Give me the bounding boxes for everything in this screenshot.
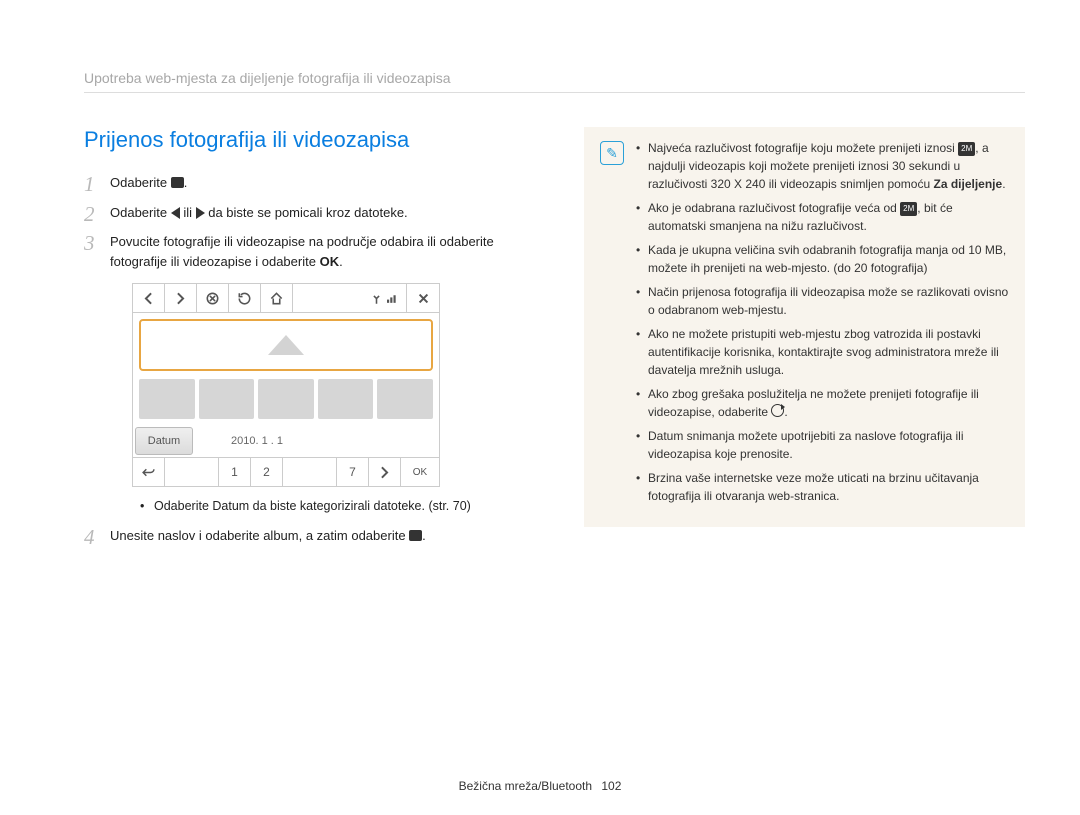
step-list: Odaberite . Odaberite ili da biste se po… (84, 173, 544, 545)
document-page: Upotreba web-mjesta za dijeljenje fotogr… (0, 0, 1080, 815)
page-2-button[interactable]: 2 (251, 458, 283, 486)
thumbnail[interactable] (139, 379, 195, 419)
thumbnail-strip (133, 377, 439, 425)
thumbnail[interactable] (199, 379, 255, 419)
return-icon[interactable] (133, 458, 165, 486)
camera-ui: Datum 2010. 1 . 1 1 2 7 OK (132, 283, 440, 487)
upload-icon (409, 530, 422, 541)
arrow-right-icon (196, 207, 205, 219)
resolution-2m-icon: 2M (900, 202, 917, 216)
arrow-left-icon (171, 207, 180, 219)
right-column: ✎ Najveća razlučivost fotografije koju m… (584, 127, 1025, 555)
resolution-2m-icon: 2M (958, 142, 975, 156)
nav-back-icon[interactable] (133, 284, 165, 312)
notice-list: Najveća razlučivost fotografije koju mož… (636, 139, 1009, 511)
thumbnail[interactable] (318, 379, 374, 419)
page-1-button[interactable]: 1 (219, 458, 251, 486)
left-column: Prijenos fotografija ili videozapisa Oda… (84, 127, 544, 555)
stop-icon[interactable] (197, 284, 229, 312)
notice-box: ✎ Najveća razlučivost fotografije koju m… (584, 127, 1025, 527)
camera-toolbar (133, 284, 439, 313)
page-next-icon[interactable] (369, 458, 401, 486)
step-2: Odaberite ili da biste se pomicali kroz … (84, 203, 544, 223)
step-2-text-c: da biste se pomicali kroz datoteke. (208, 205, 407, 220)
notice-item: Ako ne možete pristupiti web-mjestu zbog… (636, 325, 1009, 379)
info-icon: ✎ (600, 141, 624, 165)
footer-label: Bežična mreža/Bluetooth (459, 779, 592, 793)
notice-item: Datum snimanja možete upotrijebiti za na… (636, 427, 1009, 463)
date-value: 2010. 1 . 1 (195, 425, 439, 457)
thumbnail[interactable] (377, 379, 433, 419)
step-3-end: . (339, 254, 343, 269)
sub-note: Odaberite Datum da biste kategorizirali … (154, 497, 544, 516)
retry-icon (771, 404, 784, 417)
upload-icon (171, 177, 184, 188)
notice-item: Ako je odabrana razlučivost fotografije … (636, 199, 1009, 235)
step-2-text-b: ili (183, 205, 195, 220)
ok-button[interactable]: OK (401, 458, 439, 486)
step-1-text: Odaberite (110, 175, 171, 190)
content-columns: Prijenos fotografija ili videozapisa Oda… (84, 127, 1025, 555)
breadcrumb: Upotreba web-mjesta za dijeljenje fotogr… (84, 70, 1025, 93)
page-footer: Bežična mreža/Bluetooth 102 (0, 779, 1080, 793)
datum-button[interactable]: Datum (135, 427, 193, 455)
bottom-gap (165, 458, 219, 486)
refresh-icon[interactable] (229, 284, 261, 312)
page-number: 102 (601, 779, 621, 793)
notice-item: Najveća razlučivost fotografije koju mož… (636, 139, 1009, 193)
antenna-icon (370, 292, 383, 305)
section-title: Prijenos fotografija ili videozapisa (84, 127, 544, 153)
home-icon[interactable] (261, 284, 293, 312)
notice-item: Brzina vaše internetske veze može uticat… (636, 469, 1009, 505)
close-icon[interactable] (407, 284, 439, 312)
step-1: Odaberite . (84, 173, 544, 193)
notice-item: Ako zbog grešaka poslužitelja ne možete … (636, 385, 1009, 421)
thumbnail[interactable] (258, 379, 314, 419)
notice-item: Kada je ukupna veličina svih odabranih f… (636, 241, 1009, 277)
step-4-text: Unesite naslov i odaberite album, a zati… (110, 528, 409, 543)
page-7-button[interactable]: 7 (337, 458, 369, 486)
notice-item: Način prijenosa fotografija ili videozap… (636, 283, 1009, 319)
upload-drop-area[interactable] (139, 319, 433, 371)
upload-arrow-icon (268, 335, 304, 355)
nav-fwd-icon[interactable] (165, 284, 197, 312)
toolbar-spacer (293, 284, 407, 312)
bottom-gap-2 (283, 458, 337, 486)
step-3-ok: OK (320, 254, 340, 269)
step-4: Unesite naslov i odaberite album, a zati… (84, 526, 544, 546)
signal-icon (387, 292, 400, 305)
camera-bottom-bar: 1 2 7 OK (133, 458, 439, 486)
date-row: Datum 2010. 1 . 1 (133, 425, 439, 458)
step-3: Povucite fotografije ili videozapise na … (84, 232, 544, 516)
step-2-text-a: Odaberite (110, 205, 171, 220)
step-3-text: Povucite fotografije ili videozapise na … (110, 234, 494, 269)
